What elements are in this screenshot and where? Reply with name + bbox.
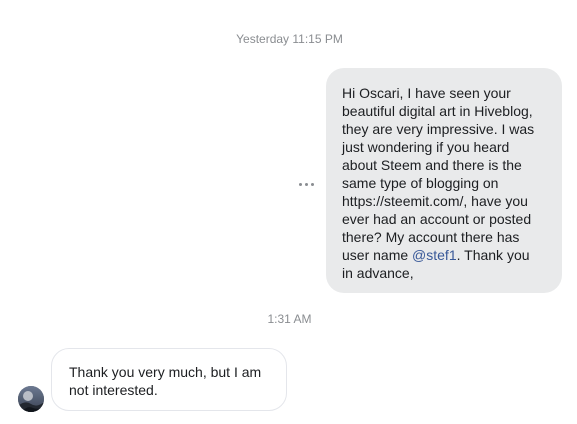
timestamp-divider: Yesterday 11:15 PM [236, 32, 343, 46]
avatar-image [18, 386, 44, 412]
more-options-icon[interactable] [294, 176, 318, 192]
contact-avatar[interactable] [18, 386, 44, 412]
chat-thread: Yesterday 11:15 PM Hi Oscari, I have see… [0, 0, 577, 424]
dot [304, 182, 308, 186]
dot [298, 182, 302, 186]
user-mention-link[interactable]: @stef1 [412, 247, 457, 263]
message-text: Thank you very much, but I am not intere… [69, 364, 262, 398]
outgoing-message-bubble[interactable]: Hi Oscari, I have seen your beautiful di… [326, 68, 562, 293]
message-text: Hi Oscari, I have seen your beautiful di… [342, 85, 535, 263]
incoming-message-bubble[interactable]: Thank you very much, but I am not intere… [51, 348, 287, 411]
dot [310, 182, 314, 186]
timestamp-divider: 1:31 AM [267, 312, 312, 326]
